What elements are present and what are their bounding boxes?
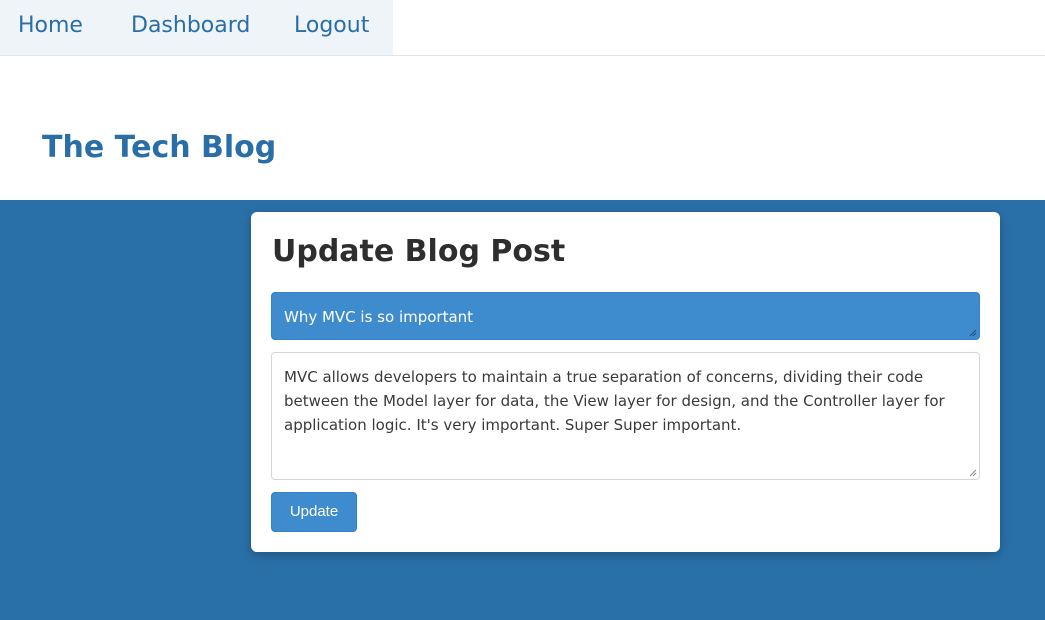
nav-menu: Home Dashboard Logout <box>0 0 393 55</box>
resize-handle-icon[interactable] <box>969 329 977 337</box>
post-title-value: Why MVC is so important <box>284 308 474 326</box>
top-bar: Home Dashboard Logout <box>0 0 1045 56</box>
form-heading: Update Blog Post <box>272 234 566 269</box>
resize-handle-icon[interactable] <box>969 469 977 477</box>
nav-home-link[interactable]: Home <box>18 12 83 40</box>
post-body-textarea[interactable]: MVC allows developers to maintain a true… <box>271 352 980 480</box>
nav-logout-link[interactable]: Logout <box>294 12 369 40</box>
post-title-input[interactable]: Why MVC is so important <box>271 292 980 340</box>
update-button[interactable]: Update <box>271 492 357 532</box>
nav-dashboard-link[interactable]: Dashboard <box>131 12 250 40</box>
update-post-card: Update Blog Post Why MVC is so important… <box>251 212 1000 552</box>
site-title: The Tech Blog <box>42 130 277 165</box>
post-body-value: MVC allows developers to maintain a true… <box>284 368 945 434</box>
